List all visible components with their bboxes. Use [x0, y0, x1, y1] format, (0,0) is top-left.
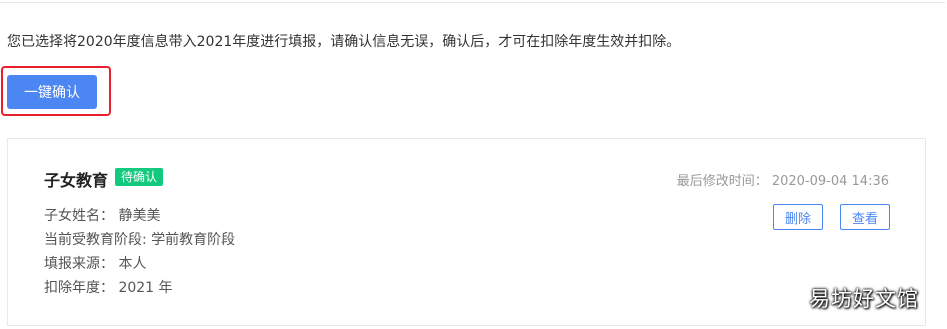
watermark-text: 易坊好文馆 [809, 287, 919, 311]
field-value: 静美美 [118, 208, 161, 224]
last-modified-time: 2020-09-04 14:36 [771, 174, 889, 189]
field-education-stage: 当前受教育阶段: 学前教育阶段 [44, 229, 235, 249]
field-label: 扣除年度： [44, 280, 114, 296]
field-value: 本人 [118, 256, 147, 272]
notice-text: 您已选择将2020年度信息带入2021年度进行填报，请确认信息无误，确认后，才可… [7, 34, 681, 50]
page: 您已选择将2020年度信息带入2021年度进行填报，请确认信息无误，确认后，才可… [0, 0, 947, 329]
field-label: 当前受教育阶段: [44, 232, 147, 248]
last-modified-label: 最后修改时间： [676, 174, 768, 189]
field-deduction-year: 扣除年度： 2021 年 [44, 277, 173, 297]
field-label: 子女姓名： [44, 208, 114, 224]
child-education-card: 子女教育 待确认 最后修改时间： 2020-09-04 14:36 子女姓名： … [7, 138, 926, 326]
one-click-confirm-button[interactable]: 一键确认 [7, 75, 97, 109]
last-modified: 最后修改时间： 2020-09-04 14:36 [677, 170, 889, 189]
view-button[interactable]: 查看 [840, 204, 890, 230]
field-label: 填报来源： [44, 256, 114, 272]
field-source: 填报来源： 本人 [44, 253, 146, 273]
delete-button[interactable]: 删除 [773, 204, 823, 230]
status-badge: 待确认 [115, 168, 164, 186]
card-title: 子女教育 [44, 171, 109, 190]
field-value: 2021 年 [118, 280, 173, 296]
watermark: 易坊好文馆 [809, 283, 919, 313]
field-value: 学前教育阶段 [151, 232, 236, 248]
top-divider [0, 0, 945, 3]
field-child-name: 子女姓名： 静美美 [44, 205, 160, 225]
